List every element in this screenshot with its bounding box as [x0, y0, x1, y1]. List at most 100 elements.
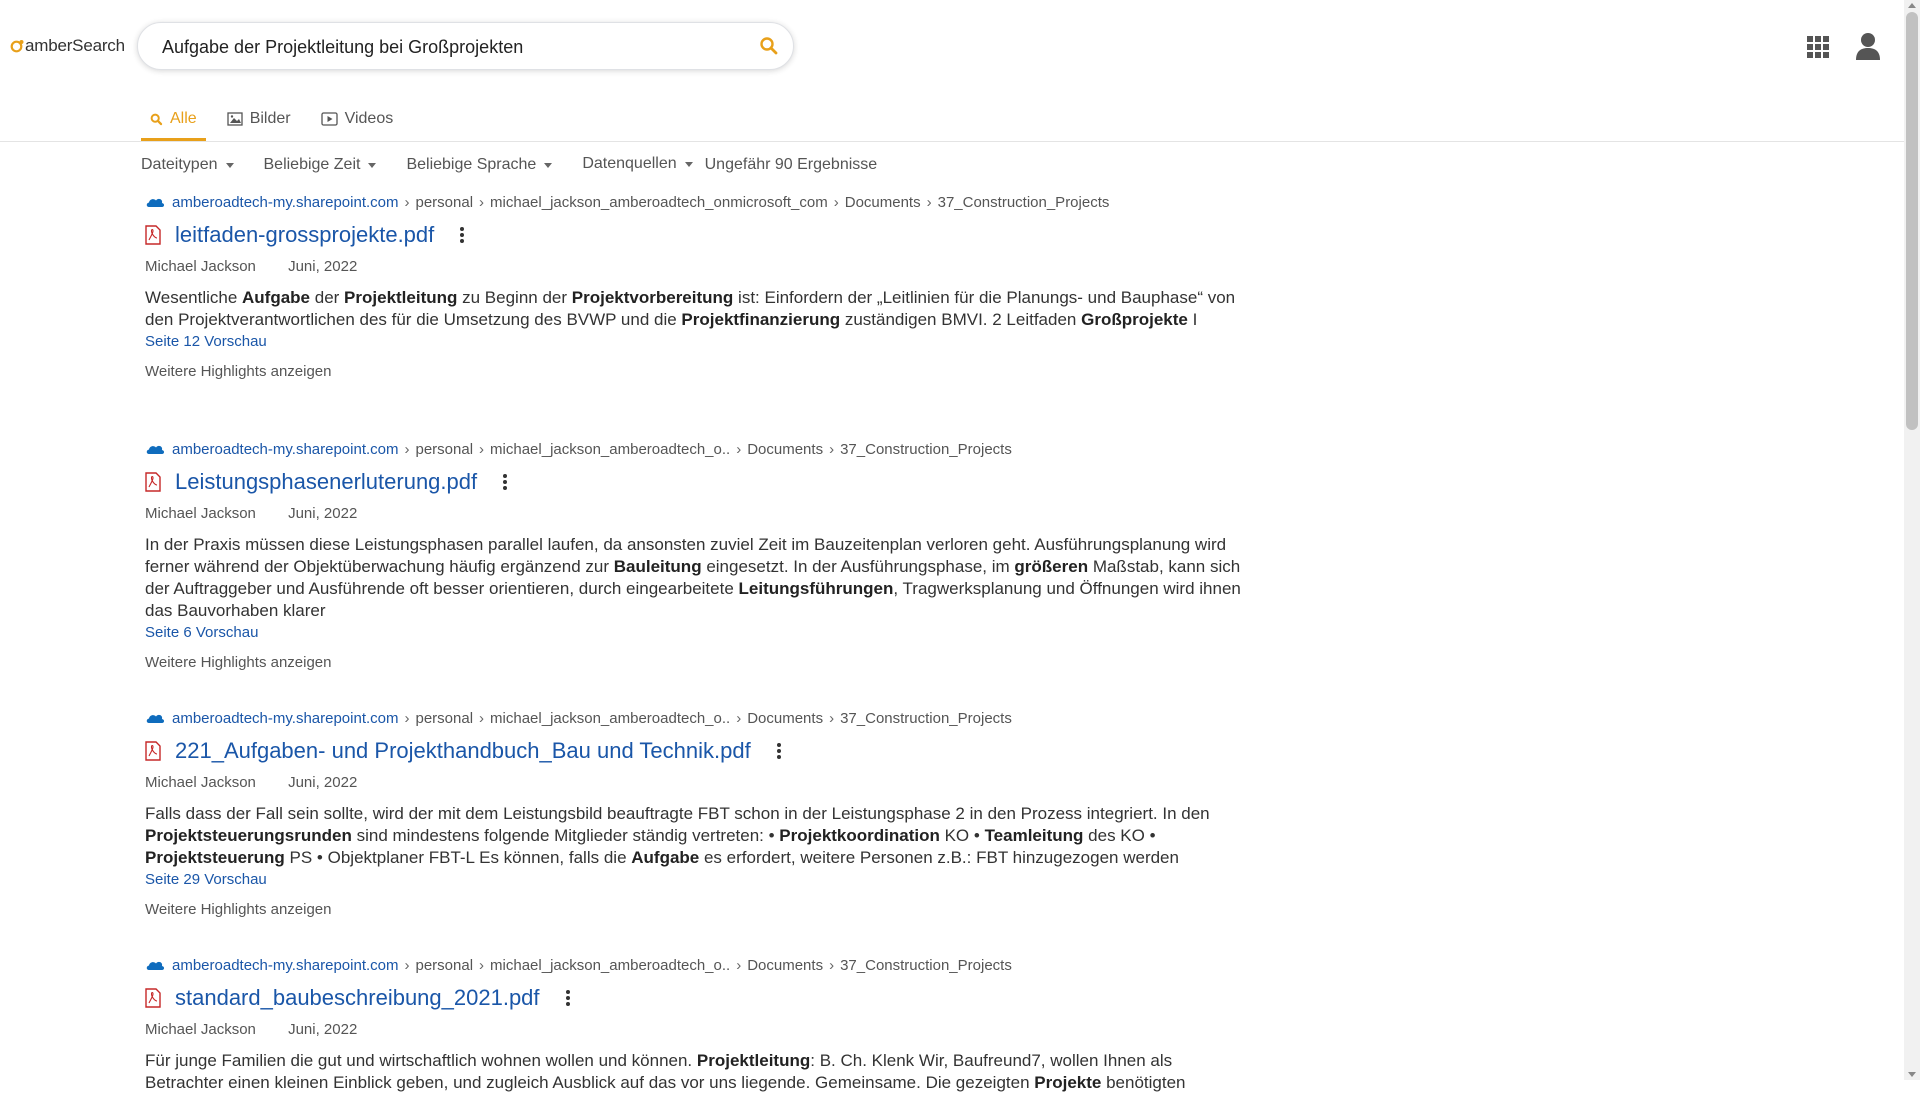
onedrive-cloud-icon — [146, 198, 165, 207]
filter-label: Datenquellen — [582, 155, 677, 172]
result-host-link[interactable]: amberoadtech-my.sharepoint.com — [172, 441, 399, 458]
page-preview-link[interactable]: Seite 29 Vorschau — [145, 871, 267, 888]
result-date: Juni, 2022 — [288, 505, 358, 522]
search-tabs: Alle Bilder Videos — [141, 100, 402, 142]
page-preview-link[interactable]: Seite 6 Vorschau — [145, 624, 258, 641]
breadcrumb-segment: michael_jackson_amberoadtech_o.. — [490, 440, 731, 458]
pdf-file-icon — [145, 225, 161, 245]
pdf-file-icon — [145, 741, 161, 761]
more-highlights-link[interactable]: Weitere Highlights anzeigen — [145, 654, 1245, 671]
scroll-down-arrow-icon[interactable] — [1908, 1072, 1916, 1077]
caret-down-icon — [368, 162, 377, 168]
onedrive-cloud-icon — [146, 714, 165, 723]
result-breadcrumb: amberoadtech-my.sharepoint.com › persona… — [145, 708, 1245, 728]
search-result: amberoadtech-my.sharepoint.com › persona… — [145, 708, 1245, 955]
caret-down-icon — [684, 161, 693, 167]
snippet-highlight: Aufgabe — [242, 288, 311, 307]
scroll-up-arrow-icon[interactable] — [1908, 3, 1916, 8]
search-input[interactable] — [160, 23, 744, 71]
breadcrumb-separator: › — [736, 709, 742, 727]
result-author: Michael Jackson — [145, 774, 256, 791]
breadcrumb-separator: › — [479, 709, 485, 727]
more-highlights-link[interactable]: Weitere Highlights anzeigen — [145, 901, 1245, 918]
breadcrumb-segment: personal — [415, 709, 474, 727]
result-snippet: Falls dass der Fall sein sollte, wird de… — [145, 803, 1245, 869]
scroll-thumb[interactable] — [1906, 12, 1918, 430]
tab-videos[interactable]: Videos — [312, 100, 403, 138]
filter-label: Beliebige Sprache — [406, 156, 537, 173]
snippet-text: benötigten — [1101, 1073, 1186, 1092]
snippet-text: I — [1187, 310, 1198, 329]
tab-images[interactable]: Bilder — [218, 100, 300, 138]
result-snippet: Wesentliche Aufgabe der Projektleitung z… — [145, 287, 1245, 331]
more-options-icon[interactable] — [775, 741, 783, 761]
more-highlights-link[interactable]: Weitere Highlights anzeigen — [145, 363, 1245, 380]
result-breadcrumb: amberoadtech-my.sharepoint.com › persona… — [145, 192, 1245, 212]
snippet-highlight: Bauleitung — [613, 557, 702, 576]
result-author: Michael Jackson — [145, 258, 256, 275]
breadcrumb-segment: michael_jackson_amberoadtech_o.. — [490, 956, 731, 974]
result-title-row: 221_Aufgaben- und Projekthandbuch_Bau un… — [145, 734, 1245, 768]
results-list: amberoadtech-my.sharepoint.com › persona… — [145, 192, 1245, 1094]
snippet-text: es erfordert, weitere Personen z.B.: FBT… — [699, 848, 1179, 867]
filter-sources[interactable]: Datenquellen — [582, 155, 693, 173]
result-title-link[interactable]: standard_baubeschreibung_2021.pdf — [175, 985, 540, 1011]
breadcrumb-separator: › — [829, 709, 835, 727]
more-options-icon[interactable] — [564, 988, 572, 1008]
filter-filetypes[interactable]: Dateitypen — [141, 156, 234, 174]
breadcrumb-separator: › — [736, 440, 742, 458]
user-account-icon[interactable] — [1854, 31, 1882, 61]
tab-all[interactable]: Alle — [141, 100, 206, 141]
result-title-row: leitfaden-grossprojekte.pdf — [145, 218, 1245, 252]
breadcrumb-segment: michael_jackson_amberoadtech_o.. — [490, 709, 731, 727]
search-result: amberoadtech-my.sharepoint.com › persona… — [145, 192, 1245, 439]
filter-label: Beliebige Zeit — [263, 156, 361, 173]
snippet-highlight: Leitungsführungen — [738, 579, 894, 598]
tab-label: Alle — [170, 110, 197, 127]
snippet-text: sind mindestens folgende Mitglieder stän… — [351, 826, 780, 845]
result-title-link[interactable]: 221_Aufgaben- und Projekthandbuch_Bau un… — [175, 738, 751, 764]
result-title-link[interactable]: Leistungsphasenerluterung.pdf — [175, 469, 477, 495]
snippet-text: zu Beginn der — [457, 288, 572, 307]
snippet-text: zuständigen BMVI. 2 Leitfaden — [840, 310, 1082, 329]
tab-label: Videos — [344, 110, 394, 127]
filter-language[interactable]: Beliebige Sprache — [406, 156, 553, 174]
breadcrumb-separator: › — [404, 440, 410, 458]
snippet-highlight: Projektleitung — [344, 288, 458, 307]
result-host-link[interactable]: amberoadtech-my.sharepoint.com — [172, 194, 399, 211]
more-options-icon[interactable] — [501, 472, 509, 492]
ambersearch-logo[interactable]: amberSearch — [10, 36, 125, 56]
page-scrollbar[interactable] — [1904, 0, 1920, 1080]
tabs-divider — [0, 141, 1904, 142]
result-title-link[interactable]: leitfaden-grossprojekte.pdf — [175, 222, 434, 248]
result-breadcrumb: amberoadtech-my.sharepoint.com › persona… — [145, 439, 1245, 459]
snippet-highlight: Teamleitung — [984, 826, 1084, 845]
result-meta: Michael Jackson Juni, 2022 — [145, 774, 1245, 794]
breadcrumb-segment: personal — [415, 440, 474, 458]
breadcrumb-separator: › — [479, 440, 485, 458]
search-result: amberoadtech-my.sharepoint.com › persona… — [145, 955, 1245, 1094]
breadcrumb-segment: 37_Construction_Projects — [937, 193, 1110, 211]
more-options-icon[interactable] — [458, 225, 466, 245]
result-host-link[interactable]: amberoadtech-my.sharepoint.com — [172, 957, 399, 974]
amber-logo-icon — [10, 40, 24, 53]
pdf-file-icon — [145, 472, 161, 492]
result-author: Michael Jackson — [145, 505, 256, 522]
result-host-link[interactable]: amberoadtech-my.sharepoint.com — [172, 710, 399, 727]
tab-label: Bilder — [249, 110, 291, 127]
apps-grid-icon[interactable] — [1806, 35, 1830, 59]
snippet-highlight: Projektkoordination — [779, 826, 940, 845]
result-date: Juni, 2022 — [288, 1021, 358, 1038]
breadcrumb-separator: › — [404, 193, 410, 211]
top-bar: amberSearch — [0, 0, 1904, 94]
search-icon[interactable] — [759, 36, 779, 56]
breadcrumb-segment: 37_Construction_Projects — [840, 956, 1012, 974]
page-preview-link[interactable]: Seite 12 Vorschau — [145, 333, 267, 350]
logo-text: amberSearch — [25, 36, 125, 55]
filter-time[interactable]: Beliebige Zeit — [264, 156, 377, 174]
result-snippet: Für junge Familien die gut und wirtschaf… — [145, 1050, 1245, 1094]
breadcrumb-separator: › — [479, 193, 485, 211]
breadcrumb-separator: › — [833, 193, 839, 211]
snippet-highlight: Projektsteuerungsrunden — [145, 826, 352, 845]
breadcrumb-segment: 37_Construction_Projects — [840, 709, 1012, 727]
